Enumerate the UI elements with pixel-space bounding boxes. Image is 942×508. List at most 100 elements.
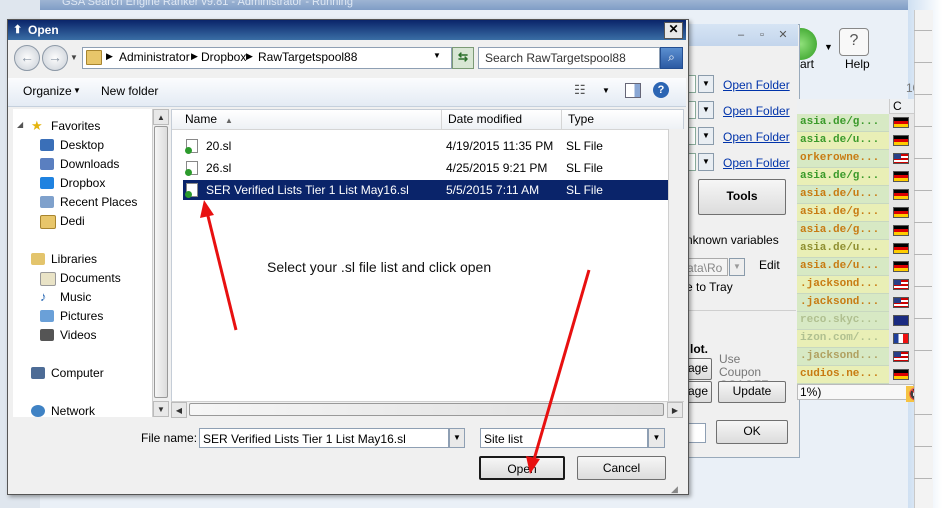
file-list-hscrollbar[interactable]: ◀ ▶ <box>171 401 684 418</box>
breadcrumb-administrator[interactable]: Administrator <box>119 50 190 64</box>
nav-music[interactable]: ♪ Music <box>40 289 91 305</box>
scroll-left-icon[interactable]: ◀ <box>171 402 187 418</box>
ro-field[interactable]: ata\Ro <box>684 258 728 276</box>
path-dropdown-1[interactable]: ▼ <box>698 75 714 93</box>
view-options-icon[interactable]: ☷ <box>574 82 586 98</box>
url-list-item[interactable]: asia.de/u... <box>797 258 889 275</box>
open-folder-link-1[interactable]: Open Folder <box>723 78 790 92</box>
breadcrumb-chevron-icon[interactable]: ▶ <box>246 51 253 62</box>
nav-dropbox[interactable]: Dropbox <box>40 175 105 191</box>
url-list-item[interactable]: asia.de/u... <box>797 186 889 203</box>
file-type-dropdown-icon[interactable]: ▼ <box>648 428 665 448</box>
new-folder-button[interactable]: New folder <box>101 84 158 98</box>
scroll-up-icon[interactable]: ▲ <box>153 109 169 125</box>
close-icon[interactable]: ✕ <box>776 30 790 42</box>
open-dialog-titlebar[interactable]: ⬆ Open <box>8 20 686 40</box>
maximize-icon[interactable]: ▫ <box>755 30 769 42</box>
address-bar[interactable]: ▶ Administrator ▶ Dropbox ▶ RawTargetspo… <box>82 47 452 69</box>
cancel-button[interactable]: Cancel <box>577 456 666 480</box>
background-scrollbar[interactable] <box>914 10 933 508</box>
downloads-icon <box>40 158 54 170</box>
url-list-item[interactable]: asia.de/u... <box>797 132 889 149</box>
collapse-arrow-icon[interactable]: ◢ <box>17 120 23 129</box>
organize-dropdown-icon[interactable]: ▼ <box>73 86 81 95</box>
nav-pictures[interactable]: Pictures <box>40 308 103 324</box>
open-folder-link-3[interactable]: Open Folder <box>723 130 790 144</box>
url-list-item[interactable]: asia.de/g... <box>797 168 889 185</box>
file-row[interactable]: 20.sl 4/19/2015 11:35 PM SL File <box>183 136 683 156</box>
help-label[interactable]: Help <box>845 57 870 71</box>
address-dropdown-icon[interactable]: ▼ <box>433 51 441 60</box>
scroll-right-icon[interactable]: ▶ <box>667 402 683 418</box>
file-type-select[interactable]: Site list <box>480 428 648 448</box>
resize-grip-icon[interactable]: ◢ <box>671 484 678 495</box>
search-input[interactable]: Search RawTargetspool88 <box>478 47 660 69</box>
open-folder-link-2[interactable]: Open Folder <box>723 104 790 118</box>
edit-label[interactable]: Edit <box>759 258 780 272</box>
nav-videos[interactable]: Videos <box>40 327 96 343</box>
breadcrumb-chevron-icon[interactable]: ▶ <box>191 51 198 62</box>
nav-network[interactable]: Network <box>31 403 95 419</box>
url-list-item[interactable]: .jacksond... <box>797 294 889 311</box>
url-list-item[interactable]: asia.de/u... <box>797 240 889 257</box>
url-list-item[interactable]: reco.skyc... <box>797 312 889 329</box>
minimize-icon[interactable]: – <box>734 30 748 42</box>
ok-button[interactable]: OK <box>716 420 788 444</box>
dialog-close-button[interactable]: ✕ <box>664 22 683 39</box>
file-list-scrollbar[interactable] <box>668 129 685 401</box>
refresh-icon[interactable]: ⇆ <box>452 47 474 69</box>
view-dropdown-icon[interactable]: ▼ <box>602 86 610 95</box>
hscroll-thumb[interactable] <box>189 403 664 416</box>
url-list-item[interactable]: cudios.ne... <box>797 366 889 383</box>
file-name-input[interactable]: SER Verified Lists Tier 1 List May16.sl <box>199 428 449 448</box>
url-list-item[interactable]: izon.com/... <box>797 330 889 347</box>
path-dropdown-2[interactable]: ▼ <box>698 101 714 119</box>
scroll-thumb[interactable] <box>154 126 168 398</box>
start-dropdown-icon[interactable]: ▼ <box>824 42 833 52</box>
breadcrumb-chevron-icon[interactable]: ▶ <box>106 51 113 62</box>
path-dropdown-3[interactable]: ▼ <box>698 127 714 145</box>
nav-scrollbar[interactable]: ▲ ▼ <box>152 109 169 417</box>
open-folder-link-4[interactable]: Open Folder <box>723 156 790 170</box>
recent-pages-dropdown-icon[interactable]: ▼ <box>70 53 78 62</box>
file-row-selected[interactable]: SER Verified Lists Tier 1 List May16.sl … <box>183 180 683 200</box>
nav-dedi[interactable]: Dedi <box>40 213 85 229</box>
country-column-header[interactable]: C <box>889 99 914 114</box>
url-list-item[interactable]: asia.de/g... <box>797 204 889 221</box>
help-icon[interactable]: ? <box>653 82 669 98</box>
url-list-item[interactable]: asia.de/g... <box>797 114 889 131</box>
scroll-down-icon[interactable]: ▼ <box>153 401 169 417</box>
back-button[interactable]: ← <box>14 45 40 71</box>
file-row[interactable]: 26.sl 4/25/2015 9:21 PM SL File <box>183 158 683 178</box>
forward-button[interactable]: → <box>42 45 68 71</box>
nav-documents[interactable]: Documents <box>40 270 121 286</box>
open-button[interactable]: Open <box>479 456 565 480</box>
url-list-item[interactable]: .jacksond... <box>797 348 889 365</box>
path-dropdown-4[interactable]: ▼ <box>698 153 714 171</box>
lot-label: lot. <box>690 342 708 356</box>
column-name[interactable]: Name ▲ <box>172 110 442 129</box>
url-column-header[interactable] <box>797 99 889 115</box>
file-name-dropdown-icon[interactable]: ▼ <box>449 428 465 448</box>
nav-favorites[interactable]: ★ Favorites <box>31 118 100 134</box>
preview-pane-icon[interactable] <box>625 83 641 98</box>
organize-button[interactable]: Organize <box>23 84 72 98</box>
search-icon[interactable]: ⌕ <box>660 47 683 69</box>
update-button[interactable]: Update <box>718 381 786 403</box>
url-list-item[interactable]: .jacksond... <box>797 276 889 293</box>
ro-dropdown[interactable]: ▼ <box>729 258 745 276</box>
nav-desktop[interactable]: Desktop <box>40 137 104 153</box>
help-icon[interactable]: ? <box>839 28 869 56</box>
breadcrumb-rawtargetspool88[interactable]: RawTargetspool88 <box>258 50 357 64</box>
url-list-item[interactable]: orkerowne... <box>797 150 889 167</box>
column-date[interactable]: Date modified <box>442 110 562 129</box>
url-list-item[interactable]: asia.de/g... <box>797 222 889 239</box>
file-date: 4/19/2015 11:35 PM <box>446 139 554 153</box>
nav-computer[interactable]: Computer <box>31 365 104 381</box>
tools-button[interactable]: Tools <box>698 179 786 215</box>
breadcrumb-dropbox[interactable]: Dropbox <box>201 50 246 64</box>
nav-downloads[interactable]: Downloads <box>40 156 119 172</box>
nav-recent-places[interactable]: Recent Places <box>40 194 137 210</box>
column-type[interactable]: Type <box>562 110 683 129</box>
nav-libraries[interactable]: Libraries <box>31 251 97 267</box>
